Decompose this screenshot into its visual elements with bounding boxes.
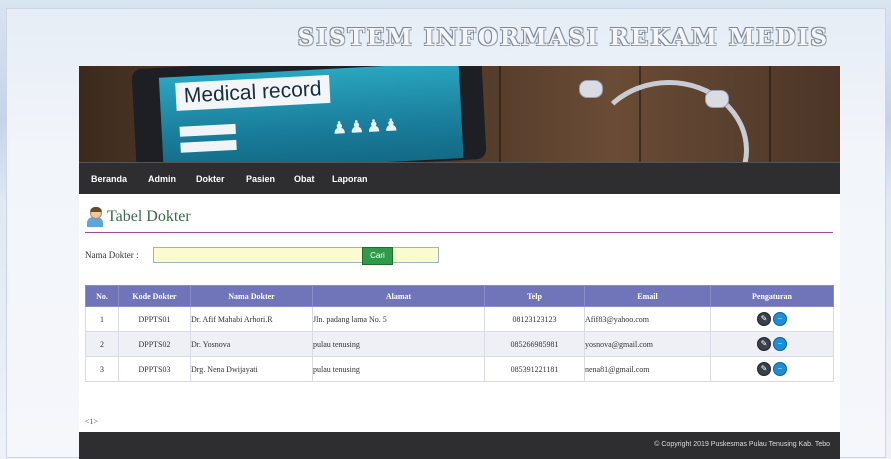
column-header: Telp — [484, 285, 585, 307]
nav-beranda[interactable]: Beranda — [91, 163, 127, 195]
search-input[interactable] — [153, 247, 439, 263]
edit-icon[interactable]: ✎ — [757, 337, 771, 351]
cell-kode: DPPTS03 — [118, 356, 191, 382]
nav-pasien[interactable]: Pasien — [246, 163, 275, 195]
column-header: Email — [584, 285, 711, 307]
tablet-screen: Medical record ♟♟♟♟ — [158, 66, 464, 162]
search-label: Nama Dokter : — [85, 250, 139, 260]
delete-icon[interactable]: − — [773, 337, 787, 351]
page-heading: Tabel Dokter — [85, 206, 833, 233]
table-header-row: No. Kode Dokter Nama Dokter Alamat Telp … — [85, 285, 834, 307]
cell-no: 2 — [85, 331, 119, 357]
medical-record-label: Medical record — [175, 74, 331, 111]
cell-nama: Drg. Nena Dwijayati — [190, 356, 313, 382]
cell-no: 1 — [85, 306, 119, 332]
footer: © Copyright 2019 Puskesmas Pulau Tenusin… — [79, 432, 840, 459]
tablet-image: Medical record ♟♟♟♟ — [131, 66, 487, 162]
cell-email: Afif83@yahoo.com — [584, 306, 711, 332]
nav-admin[interactable]: Admin — [148, 163, 176, 195]
screen-row — [179, 123, 236, 137]
cell-alamat: pulau tenusing — [312, 356, 485, 382]
cell-nama: Dr. Afif Mahabi Arhori.R — [190, 306, 313, 332]
site-title: SISTEM INFORMASI REKAM MEDIS — [297, 24, 829, 51]
wood-plank-line — [499, 66, 501, 162]
cell-actions: ✎ − — [710, 306, 834, 332]
stethoscope-earpiece — [579, 80, 603, 98]
cell-email: yosnova@gmail.com — [584, 331, 711, 357]
nav-dokter[interactable]: Dokter — [196, 163, 225, 195]
people-figures-icon: ♟♟♟♟ — [331, 115, 402, 138]
edit-icon[interactable]: ✎ — [757, 362, 771, 376]
footer-copyright: © Copyright 2019 Puskesmas Pulau Tenusin… — [654, 441, 830, 448]
cell-telp: 085266985981 — [484, 331, 585, 357]
table-row: 1 DPPTS01 Dr. Afif Mahabi Arhori.R Jln. … — [85, 306, 834, 332]
screen-rows — [179, 123, 237, 159]
screen-row — [180, 139, 237, 153]
column-header: No. — [85, 285, 119, 307]
cell-kode: DPPTS01 — [118, 306, 191, 332]
nav-obat[interactable]: Obat — [294, 163, 315, 195]
cell-kode: DPPTS02 — [118, 331, 191, 357]
page-title: Tabel Dokter — [107, 208, 191, 225]
cell-actions: ✎ − — [710, 356, 834, 382]
table-row: 2 DPPTS02 Dr. Yosnova pulau tenusing 085… — [85, 331, 834, 357]
cell-actions: ✎ − — [710, 331, 834, 357]
cell-telp: 085391221181 — [484, 356, 585, 382]
cell-no: 3 — [85, 356, 119, 382]
cell-nama: Dr. Yosnova — [190, 331, 313, 357]
cell-alamat: pulau tenusing — [312, 331, 485, 357]
cell-telp: 08123123123 — [484, 306, 585, 332]
doctor-icon — [87, 207, 103, 227]
delete-icon[interactable]: − — [773, 312, 787, 326]
main-navbar: Beranda Admin Dokter Pasien Obat Laporan — [79, 162, 840, 195]
cell-alamat: Jln. padang lama No. 5 — [312, 306, 485, 332]
wood-plank-line — [769, 66, 771, 162]
column-header: Pengaturan — [710, 285, 834, 307]
delete-icon[interactable]: − — [773, 362, 787, 376]
stethoscope-earpiece — [705, 90, 729, 108]
table-row: 3 DPPTS03 Drg. Nena Dwijayati pulau tenu… — [85, 356, 834, 382]
search-button[interactable]: Cari — [362, 247, 393, 265]
cell-email: nena81@gmail.com — [584, 356, 711, 382]
column-header: Kode Dokter — [118, 285, 191, 307]
doctor-table: No. Kode Dokter Nama Dokter Alamat Telp … — [85, 285, 834, 382]
column-header: Alamat — [312, 285, 485, 307]
header-banner: Medical record ♟♟♟♟ — [79, 66, 840, 162]
column-header: Nama Dokter — [190, 285, 313, 307]
main-content: Tabel Dokter Nama Dokter : Cari No. Kode… — [79, 194, 840, 432]
nav-laporan[interactable]: Laporan — [332, 163, 368, 195]
pagination[interactable]: <1> — [85, 417, 98, 426]
edit-icon[interactable]: ✎ — [757, 312, 771, 326]
